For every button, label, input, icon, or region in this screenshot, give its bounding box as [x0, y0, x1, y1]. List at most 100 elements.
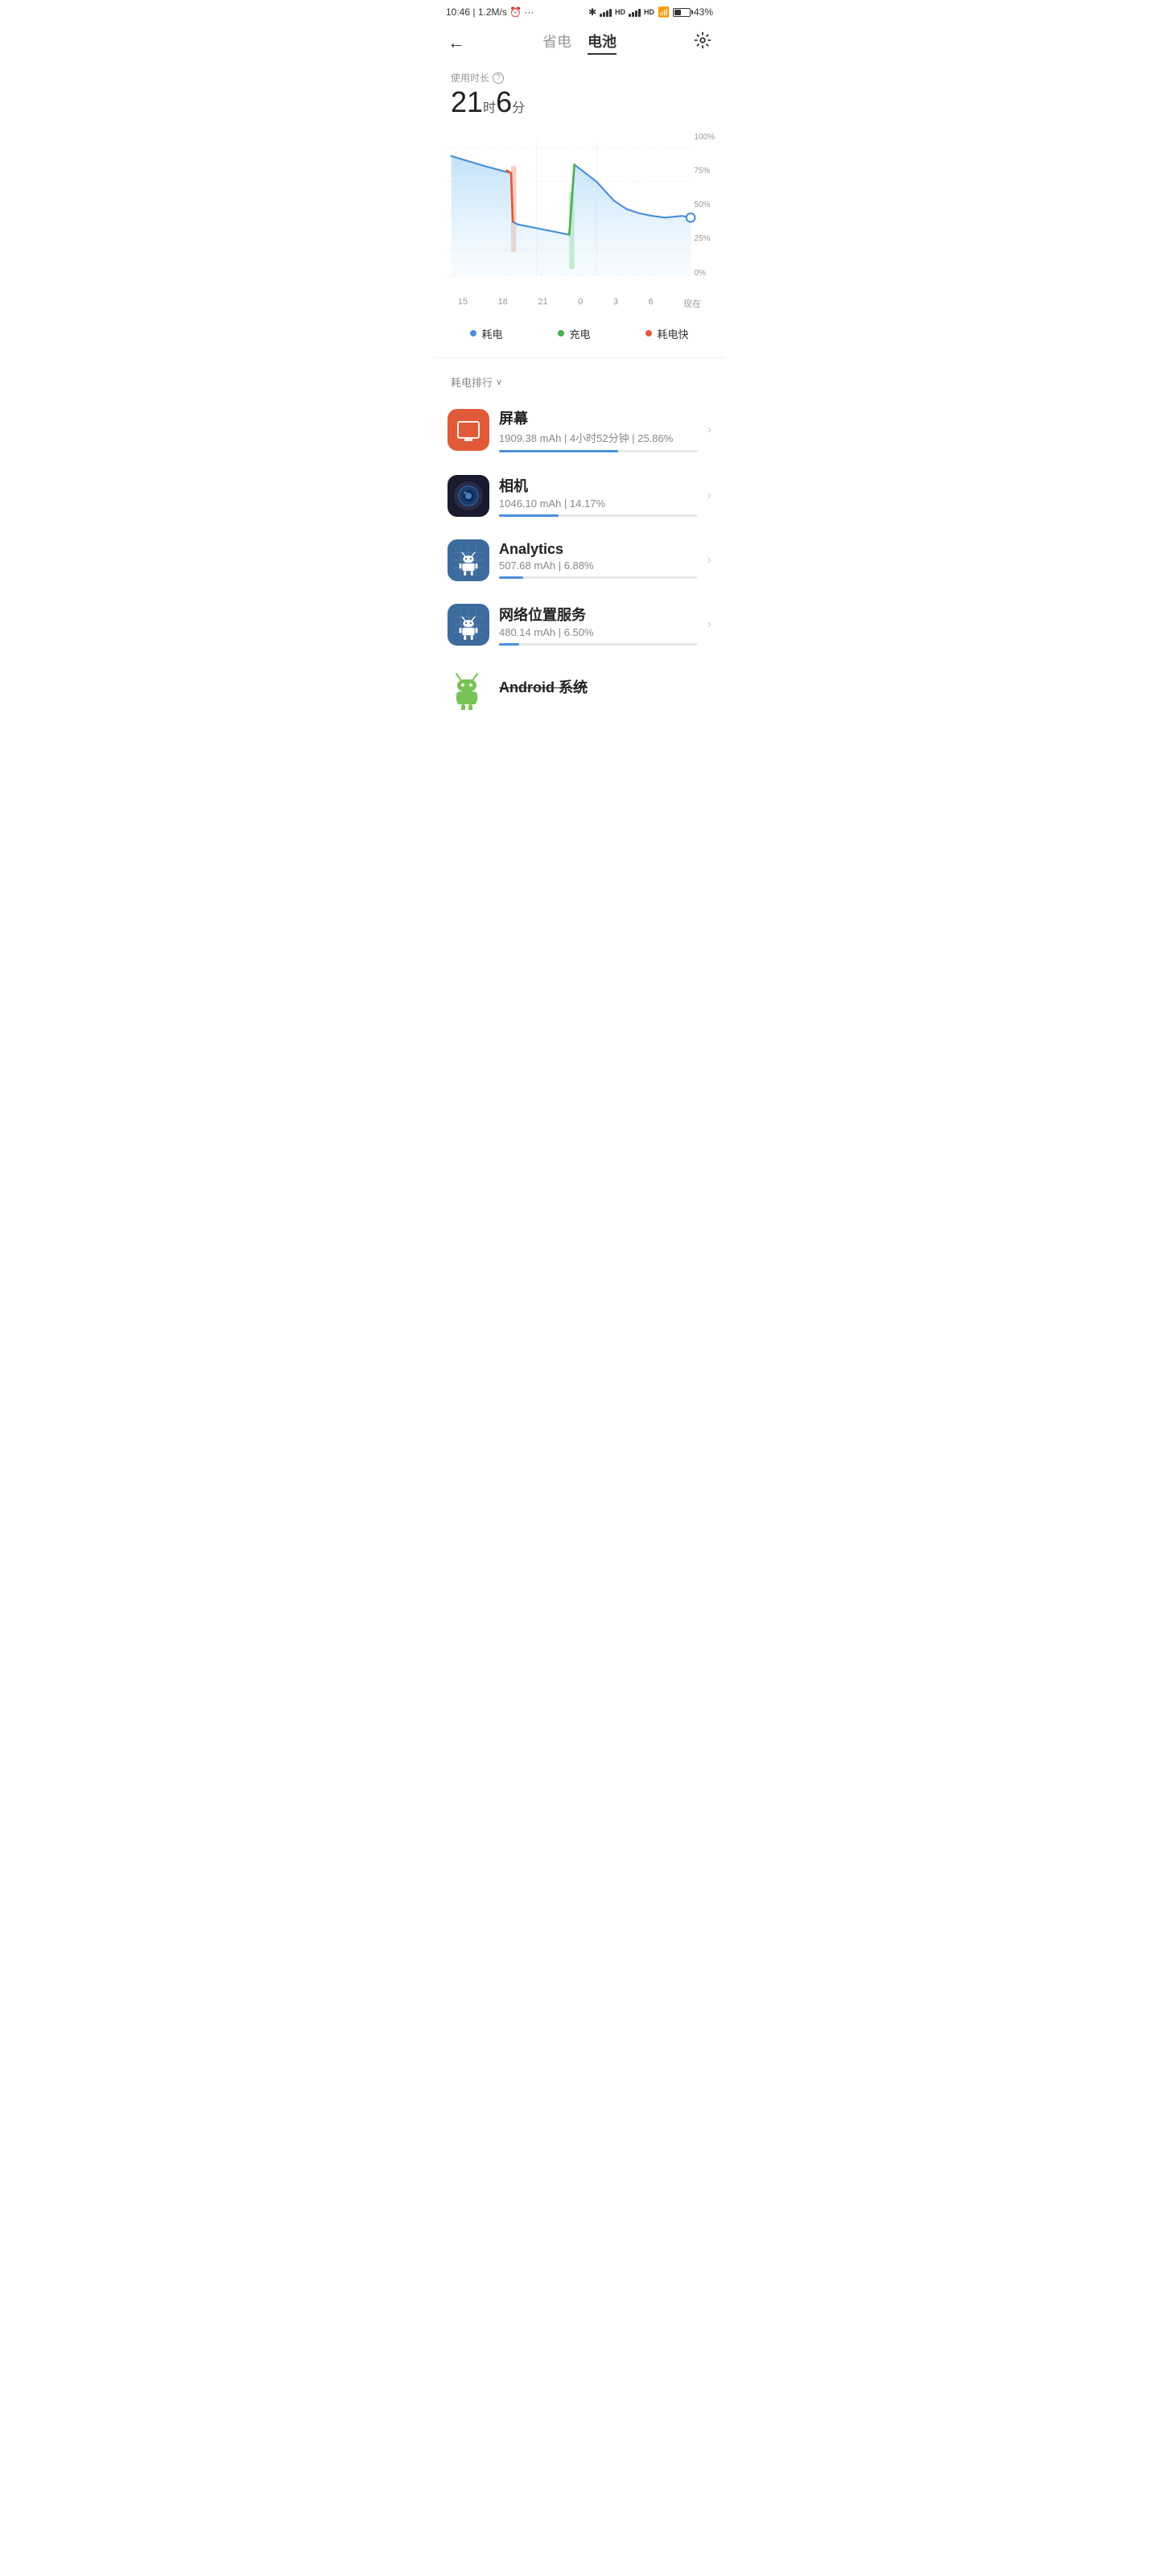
network-app-icon — [448, 604, 489, 646]
bar4 — [609, 9, 612, 17]
x-label-6: 6 — [649, 297, 654, 310]
bar2 — [603, 12, 605, 17]
usage-time: 21时6分 — [451, 86, 708, 118]
android-app-info: Android 系统 — [489, 676, 711, 702]
chart-section: 100% 75% 50% 25% 0% — [435, 133, 724, 310]
legend-fast-discharge: 耗电快 — [645, 326, 688, 341]
analytics-icon-svg — [453, 545, 484, 576]
hd-badge: HD — [615, 8, 625, 16]
screen-app-name: 屏幕 — [499, 407, 698, 428]
x-label-0: 0 — [578, 297, 583, 310]
charge-label: 充电 — [569, 326, 590, 341]
discharge-dot — [470, 330, 476, 336]
legend-charge: 充电 — [558, 326, 590, 341]
bar1 — [600, 14, 602, 17]
network-chevron: › — [707, 617, 711, 632]
usage-minutes: 6 — [496, 85, 512, 118]
analytics-progress-bar — [499, 576, 698, 579]
analytics-app-icon — [448, 539, 489, 581]
settings-icon[interactable] — [694, 31, 711, 54]
network-app-name: 网络位置服务 — [499, 604, 698, 625]
x-label-18: 18 — [498, 297, 508, 310]
time: 10:46 — [446, 6, 470, 18]
usage-hours: 21 — [451, 85, 483, 118]
analytics-chevron: › — [707, 553, 711, 568]
bar3 — [606, 10, 608, 17]
screen-app-info: 屏幕 1909.38 mAh | 4小时52分钟 | 25.86% — [489, 407, 707, 452]
signal-bars-1 — [600, 7, 612, 17]
status-bar: 10:46 | 1.2M/s ⏰ ··· ✱ HD HD 📶 43% — [435, 0, 724, 21]
x-label-21: 21 — [538, 297, 547, 310]
app-item-network[interactable]: 网络位置服务 480.14 mAh | 6.50% › — [435, 592, 724, 657]
chart-container: 100% 75% 50% 25% 0% — [443, 133, 716, 294]
battery-icon — [673, 8, 691, 17]
status-time-network: 10:46 | 1.2M/s ⏰ ··· — [446, 6, 534, 18]
camera-svg — [448, 475, 489, 517]
app-item-android[interactable]: Android 系统 — [435, 657, 724, 715]
signal-bars-2 — [629, 7, 641, 17]
network-progress-bar — [499, 643, 698, 646]
app-item-camera[interactable]: 相机 1046.10 mAh | 14.17% › — [435, 464, 724, 528]
x-label-3: 3 — [613, 297, 618, 310]
app-item-screen[interactable]: 屏幕 1909.38 mAh | 4小时52分钟 | 25.86% › — [435, 396, 724, 464]
y-label-50: 50% — [694, 200, 715, 209]
android-app-icon — [448, 668, 489, 710]
bar4 — [638, 9, 641, 17]
screen-icon-inner — [457, 421, 480, 439]
chart-legend: 耗电 充电 耗电快 — [435, 313, 724, 354]
usage-label: 使用时长 ? — [451, 71, 708, 85]
battery-fill — [674, 10, 681, 15]
screen-progress-bar — [499, 450, 698, 452]
bar2 — [632, 12, 634, 17]
analytics-progress-fill — [499, 576, 523, 579]
app-item-analytics[interactable]: Analytics 507.68 mAh | 6.88% › — [435, 528, 724, 592]
charge-dot — [558, 330, 564, 336]
screen-chevron: › — [707, 423, 711, 437]
ranking-chevron: ∨ — [496, 377, 502, 387]
tab-battery[interactable]: 电池 — [588, 31, 617, 55]
ranking-label: 耗电排行 — [451, 374, 493, 390]
fast-discharge-label: 耗电快 — [657, 326, 688, 341]
y-label-100: 100% — [694, 133, 715, 142]
y-label-0: 0% — [694, 269, 715, 278]
camera-app-stats: 1046.10 mAh | 14.17% — [499, 497, 698, 510]
network-speed-value: 1.2M/s — [478, 6, 507, 18]
usage-section: 使用时长 ? 21时6分 — [435, 61, 724, 125]
camera-app-icon — [448, 475, 489, 517]
bar3 — [635, 10, 637, 17]
status-icons: ✱ HD HD 📶 43% — [588, 6, 713, 18]
wifi-icon: 📶 — [658, 6, 670, 18]
app-list: 屏幕 1909.38 mAh | 4小时52分钟 | 25.86% › 相机 1… — [435, 396, 724, 715]
back-button[interactable]: ← — [448, 34, 465, 52]
analytics-app-info: Analytics 507.68 mAh | 6.88% — [489, 541, 707, 579]
ranking-header[interactable]: 耗电排行 ∨ — [435, 361, 724, 396]
y-label-75: 75% — [694, 167, 715, 175]
battery-percent: 43% — [694, 6, 713, 18]
screen-app-icon — [448, 409, 489, 451]
camera-progress-fill — [499, 514, 559, 517]
help-icon[interactable]: ? — [493, 72, 504, 84]
header-tabs: 省电 电池 — [542, 31, 617, 55]
minutes-unit: 分 — [512, 101, 525, 115]
camera-app-info: 相机 1046.10 mAh | 14.17% — [489, 475, 707, 517]
x-label-now: 现在 — [683, 297, 701, 310]
divider-1 — [435, 357, 724, 358]
android-logo-svg — [448, 668, 489, 710]
analytics-app-stats: 507.68 mAh | 6.88% — [499, 559, 698, 572]
network-app-stats: 480.14 mAh | 6.50% — [499, 626, 698, 638]
screen-app-stats: 1909.38 mAh | 4小时52分钟 | 25.86% — [499, 430, 698, 445]
chart-x-labels: 15 18 21 0 3 6 现在 — [443, 294, 716, 310]
network-progress-fill — [499, 643, 519, 646]
bluetooth-icon: ✱ — [588, 6, 596, 18]
camera-app-name: 相机 — [499, 475, 698, 496]
y-label-25: 25% — [694, 234, 715, 243]
hd-badge-2: HD — [644, 8, 654, 16]
bar1 — [629, 14, 631, 17]
network-app-info: 网络位置服务 480.14 mAh | 6.50% — [489, 604, 707, 646]
tab-power-save[interactable]: 省电 — [542, 31, 571, 55]
battery-chart — [443, 133, 716, 294]
screen-progress-fill — [499, 450, 618, 452]
hours-unit: 时 — [483, 101, 496, 115]
analytics-app-name: Analytics — [499, 541, 698, 558]
camera-chevron: › — [707, 489, 711, 503]
